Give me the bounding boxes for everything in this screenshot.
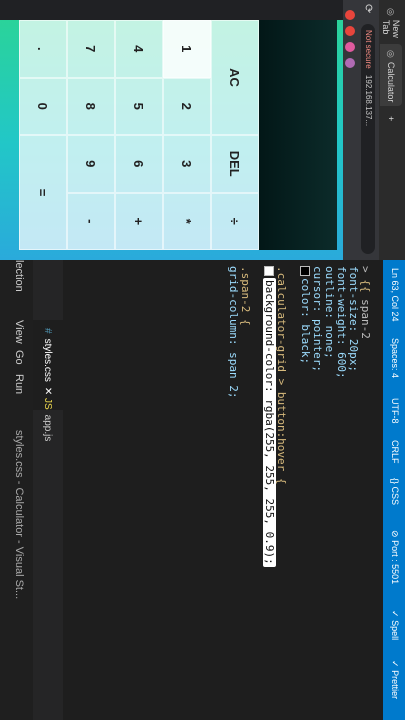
status-spell-label: Spell [390,620,400,641]
calculator-display [259,20,337,250]
new-tab-button[interactable]: + [380,110,402,126]
menu-run[interactable]: Run [13,374,25,394]
del-button[interactable]: DEL [211,135,259,193]
extension-icon[interactable] [345,42,355,52]
status-encoding[interactable]: UTF-8 [390,398,400,424]
tab-label: Calculator [386,61,396,103]
js-file-icon: JS [42,398,54,410]
breadcrumb: > {{ span-2 [359,266,372,339]
menu-go[interactable]: Go [13,350,25,365]
digit-3-button[interactable]: 3 [163,135,211,193]
address-bar: ⟳ Not secure 192.168.137... [357,0,379,260]
browser-window: ◎ New Tab ◎ Calculator + ⟳ Not secure 19… [0,0,405,264]
extension-icon[interactable] [345,58,355,68]
minus-button[interactable]: - [67,192,115,250]
status-bar: Ln 63, Col 24 Spaces: 4 UTF-8 CRLF {} CS… [383,260,405,720]
decimal-button[interactable]: . [19,20,67,78]
digit-6-button[interactable]: 6 [115,135,163,193]
code-line: font-size: 20px; [347,266,360,372]
code-line: cursor: pointer; [311,266,324,372]
multiply-button[interactable]: * [163,192,211,250]
digit-9-button[interactable]: 9 [67,135,115,193]
code-line: background-color: rgba(255, 255, 255, 0.… [263,266,276,720]
status-cursor-position[interactable]: Ln 63, Col 24 [390,268,400,322]
browser-tabbar: ◎ New Tab ◎ Calculator + [379,0,405,260]
braces-icon: {} [390,478,400,485]
plus-button[interactable]: + [115,192,163,250]
digit-2-button[interactable]: 2 [163,77,211,135]
editor-tabs: # styles.css ✕ JS app.js [33,260,63,720]
status-prettier[interactable]: ✓ Prettier [389,660,400,699]
tab-label: app.js [42,414,54,442]
css-file-icon: # [42,328,54,334]
screen: ◎ New Tab ◎ Calculator + ⟳ Not secure 19… [0,0,405,720]
tab-icon: ◎ [386,8,397,16]
digit-8-button[interactable]: 8 [67,77,115,135]
status-prettier-label: Prettier [390,670,400,700]
tab-app-js[interactable]: JS app.js [33,390,63,460]
digit-4-button[interactable]: 4 [115,20,163,78]
extensions-strip [343,0,357,260]
color-swatch-white [264,266,274,276]
back-icon[interactable]: ⟳ [361,4,375,13]
code-line: outline: none; [323,266,336,359]
status-indentation[interactable]: Spaces: 4 [390,338,400,378]
extension-icon[interactable] [345,26,355,36]
code-line-highlight: background-color: rgba(255, 255, 255, 0.… [263,278,276,567]
code-line: .calculator-grid > button:hover { [275,266,288,485]
status-line-endings[interactable]: CRLF [390,440,400,464]
digit-7-button[interactable]: 7 [67,20,115,78]
check-icon: ✓ [390,610,400,618]
breadcrumb-tail: span-2 [359,299,372,339]
equals-button[interactable]: = [19,135,67,250]
rotated-desktop: ◎ New Tab ◎ Calculator + ⟳ Not secure 19… [0,0,405,720]
digit-0-button[interactable]: 0 [19,77,67,135]
code-line: font-weight: 600; [335,266,348,379]
menu-bar: lection View Go Run styles.css - Calcula… [0,260,33,720]
tab-label: New Tab [381,19,401,38]
browser-tab-calculator[interactable]: ◎ Calculator [380,44,402,106]
check-icon: ✓ [390,660,400,668]
tab-icon: ◎ [386,50,397,58]
tab-label: styles.css [42,338,54,382]
not-secure-badge: Not secure [364,30,373,69]
digit-5-button[interactable]: 5 [115,77,163,135]
browser-tab-new-tab[interactable]: ◎ New Tab [380,2,402,42]
status-port-label: Port : 5501 [390,540,400,585]
status-language-label: CSS [390,486,400,506]
digit-1-button[interactable]: 1 [163,20,211,78]
url-field[interactable]: Not secure 192.168.137... [361,24,375,254]
calculator-grid: AC DEL ÷ 1 2 3 * 4 5 6 + 7 8 9 - . 0 = [19,20,259,250]
divide-button[interactable]: ÷ [211,192,259,250]
menu-view[interactable]: View [13,320,25,344]
code-line: .span-2 { [239,266,252,326]
color-swatch-black [300,266,310,276]
status-live-server[interactable]: ⊘ Port : 5501 [389,530,400,584]
ac-button[interactable]: AC [211,20,259,135]
window-title: styles.css - Calculator - Visual St... [13,430,25,600]
code-editor: Ln 63, Col 24 Spaces: 4 UTF-8 CRLF {} CS… [0,260,405,720]
status-spell[interactable]: ✓ Spell [389,610,400,640]
status-language[interactable]: {} CSS [390,478,400,505]
calculator: AC DEL ÷ 1 2 3 * 4 5 6 + 7 8 9 - . 0 = [19,20,337,250]
url-text: 192.168.137... [364,74,373,127]
menu-selection[interactable]: lection [13,260,25,292]
code-area[interactable]: > {{ span-2 font-size: 20px; font-weight… [227,266,372,720]
extension-icon[interactable] [345,10,355,20]
code-line: grid-column: span 2; [227,266,240,399]
code-line-text: color: black; [299,278,312,365]
code-line: color: black; [299,266,312,720]
live-server-icon: ⊘ [390,530,400,538]
